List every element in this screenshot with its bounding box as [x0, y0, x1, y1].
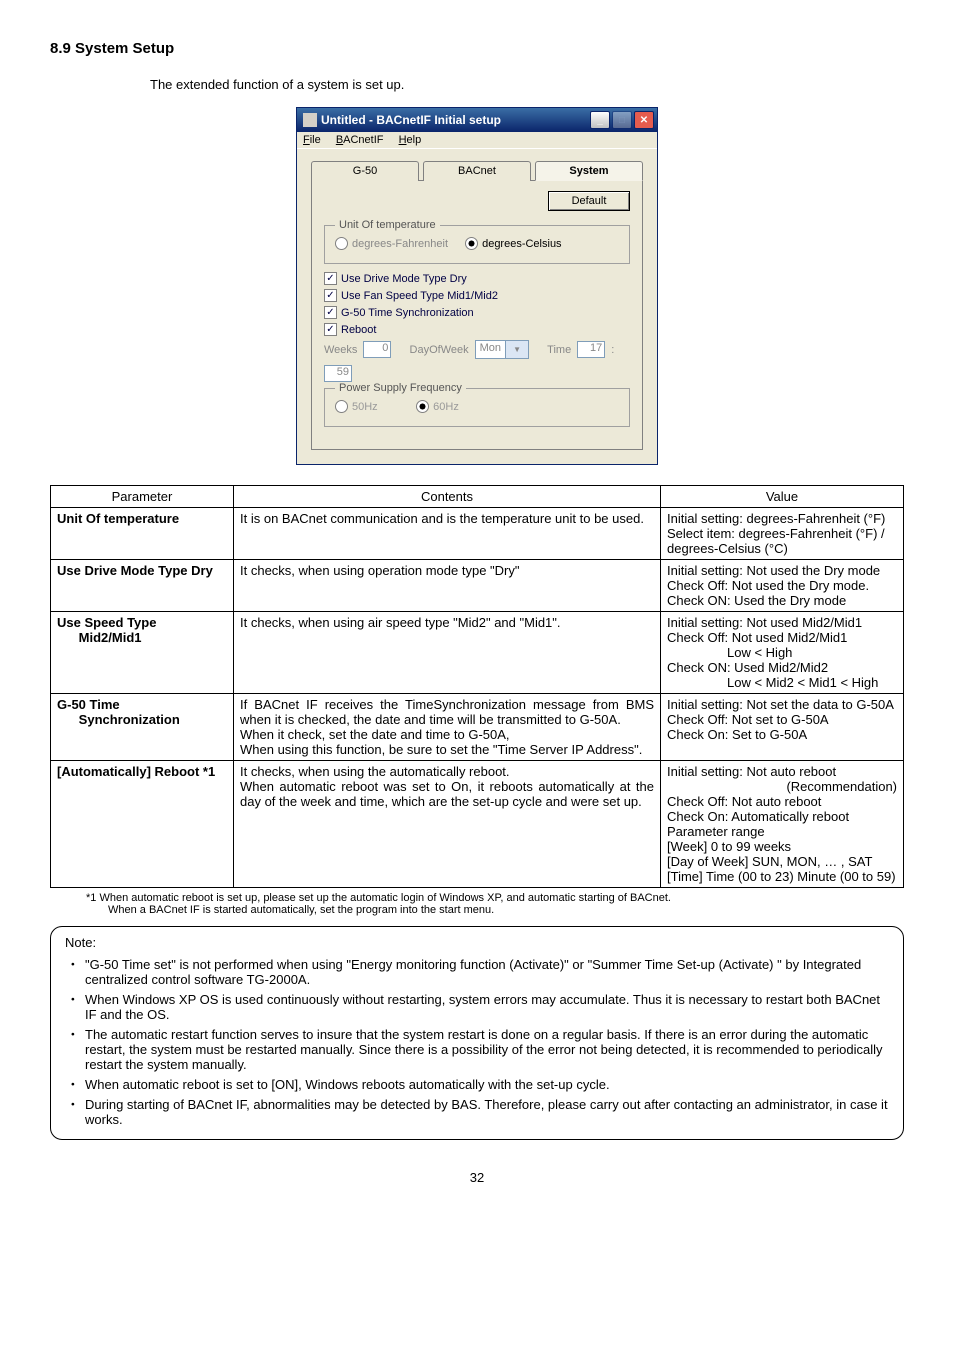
- page-number: 32: [50, 1170, 904, 1185]
- param-contents: It is on BACnet communication and is the…: [234, 508, 661, 560]
- menu-file[interactable]: File: [303, 134, 321, 146]
- weeks-label: Weeks: [324, 344, 357, 356]
- time-colon: :: [611, 344, 614, 356]
- app-icon: [303, 113, 317, 127]
- note-title: Note:: [65, 935, 889, 950]
- param-value: Initial setting: degrees-Fahrenheit (°F)…: [661, 508, 904, 560]
- tab-system[interactable]: System: [535, 161, 643, 181]
- note-box: Note: "G-50 Time set" is not performed w…: [50, 926, 904, 1140]
- close-button[interactable]: ✕: [634, 111, 654, 129]
- radio-celsius[interactable]: degrees-Celsius: [465, 237, 561, 250]
- dayofweek-select[interactable]: Mon▼: [475, 340, 529, 359]
- default-button[interactable]: Default: [548, 191, 630, 211]
- menu-bacnetif[interactable]: BACnetIF: [336, 134, 384, 146]
- time-minute-input[interactable]: 59: [324, 365, 352, 382]
- param-contents: It checks, when using the automatically …: [234, 761, 661, 888]
- checkbox-time-sync[interactable]: G-50 Time Synchronization: [324, 306, 474, 319]
- radio-fahrenheit[interactable]: degrees-Fahrenheit: [335, 237, 448, 250]
- tab-bacnet[interactable]: BACnet: [423, 161, 531, 181]
- chevron-down-icon[interactable]: ▼: [505, 341, 528, 358]
- menu-help[interactable]: Help: [399, 134, 422, 146]
- table-row: G-50 Time Synchronization If BACnet IF r…: [51, 694, 904, 761]
- weeks-input[interactable]: 0: [363, 341, 391, 358]
- param-name: Use Speed Type Mid2/Mid1: [57, 615, 156, 645]
- param-value: Initial setting: Not set the data to G-5…: [661, 694, 904, 761]
- checkbox-dry-mode[interactable]: Use Drive Mode Type Dry: [324, 272, 467, 285]
- group-unit-temperature-legend: Unit Of temperature: [335, 219, 440, 231]
- param-name: G-50 Time Synchronization: [57, 697, 180, 727]
- window-title: Untitled - BACnetIF Initial setup: [321, 113, 501, 127]
- group-power-frequency: Power Supply Frequency 50Hz 60Hz: [324, 382, 630, 427]
- table-row: [Automatically] Reboot *1 It checks, whe…: [51, 761, 904, 888]
- param-contents: If BACnet IF receives the TimeSynchroniz…: [234, 694, 661, 761]
- parameter-table: Parameter Contents Value Unit Of tempera…: [50, 485, 904, 888]
- param-value: Initial setting: Not used Mid2/Mid1 Chec…: [661, 612, 904, 694]
- note-item: During starting of BACnet IF, abnormalit…: [83, 1094, 889, 1127]
- maximize-button: □: [612, 111, 632, 129]
- header-value: Value: [661, 486, 904, 508]
- param-contents: It checks, when using air speed type "Mi…: [234, 612, 661, 694]
- minimize-button[interactable]: _: [590, 111, 610, 129]
- table-header-row: Parameter Contents Value: [51, 486, 904, 508]
- param-name: [Automatically] Reboot *1: [57, 764, 215, 779]
- checkbox-fan-speed[interactable]: Use Fan Speed Type Mid1/Mid2: [324, 289, 498, 302]
- footnote-2: When a BACnet IF is started automaticall…: [108, 904, 904, 916]
- note-item: When Windows XP OS is used continuously …: [83, 989, 889, 1022]
- param-contents: It checks, when using operation mode typ…: [234, 560, 661, 612]
- time-label: Time: [547, 344, 571, 356]
- table-row: Use Speed Type Mid2/Mid1 It checks, when…: [51, 612, 904, 694]
- tab-g50[interactable]: G-50: [311, 161, 419, 181]
- intro-text: The extended function of a system is set…: [150, 77, 904, 92]
- note-item: When automatic reboot is set to [ON], Wi…: [83, 1074, 889, 1092]
- time-hour-input[interactable]: 17: [577, 341, 605, 358]
- group-unit-temperature: Unit Of temperature degrees-Fahrenheit d…: [324, 219, 630, 264]
- radio-60hz: 60Hz: [416, 400, 459, 413]
- param-name: Use Drive Mode Type Dry: [57, 563, 213, 578]
- table-row: Use Drive Mode Type Dry It checks, when …: [51, 560, 904, 612]
- menubar: File BACnetIF Help: [297, 132, 657, 149]
- table-row: Unit Of temperature It is on BACnet comm…: [51, 508, 904, 560]
- tab-panel-system: Default Unit Of temperature degrees-Fahr…: [311, 180, 643, 450]
- checkbox-reboot[interactable]: Reboot: [324, 323, 376, 336]
- header-contents: Contents: [234, 486, 661, 508]
- section-heading: 8.9 System Setup: [50, 40, 904, 57]
- note-item: The automatic restart function serves to…: [83, 1024, 889, 1072]
- param-name: Unit Of temperature: [57, 511, 179, 526]
- note-item: "G-50 Time set" is not performed when us…: [83, 954, 889, 987]
- param-value: Initial setting: Not auto reboot (Recomm…: [661, 761, 904, 888]
- dayofweek-label: DayOfWeek: [410, 344, 469, 356]
- radio-50hz: 50Hz: [335, 400, 378, 413]
- titlebar: Untitled - BACnetIF Initial setup _ □ ✕: [297, 108, 657, 132]
- group-power-frequency-legend: Power Supply Frequency: [335, 382, 466, 394]
- dialog-window: Untitled - BACnetIF Initial setup _ □ ✕ …: [296, 107, 658, 465]
- header-parameter: Parameter: [51, 486, 234, 508]
- param-value: Initial setting: Not used the Dry mode C…: [661, 560, 904, 612]
- footnote-1: *1 When automatic reboot is set up, plea…: [86, 892, 904, 904]
